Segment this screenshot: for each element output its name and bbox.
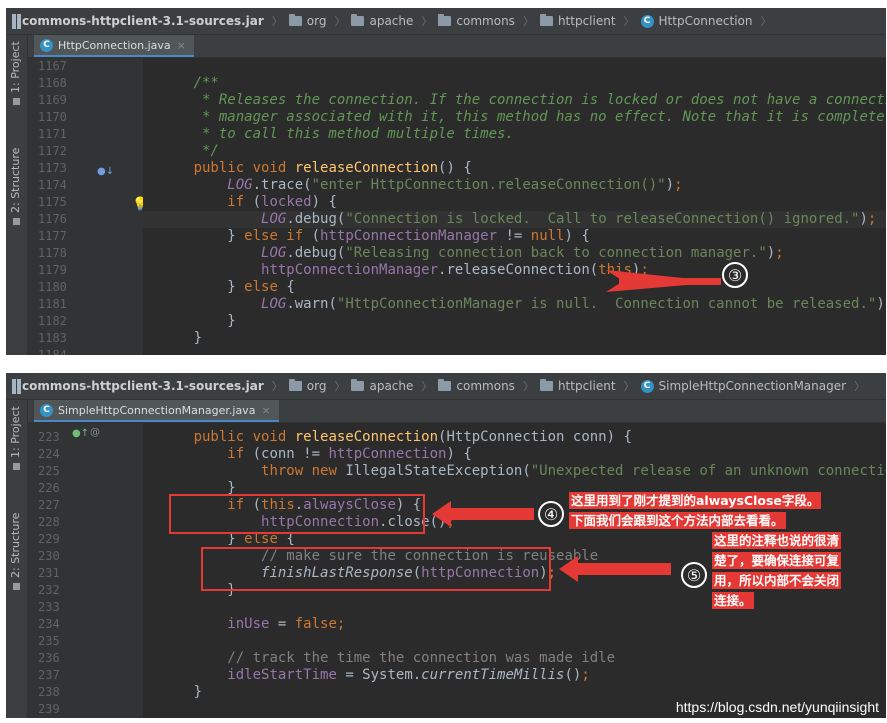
annotation-arrow (606, 270, 721, 292)
annotation-note-5: 这里的注释也说的很清 楚了，要确保连接可复 用，所以内部不会关闭 连接。 (712, 532, 842, 609)
editor-panel-httpconnection: commons-httpclient-3.1-sources.jar 〉 org 〉… (6, 8, 886, 355)
step-marker-3: ③ (722, 262, 748, 288)
watermark: https://blog.csdn.net/yunqiinsight (675, 699, 879, 715)
step-marker-5: ⑤ (681, 562, 707, 588)
step-marker-4: ④ (538, 501, 564, 527)
editor-panel-simplehttpconnectionmanager: commons-httpclient-3.1-sources.jar 〉 org 〉… (6, 373, 886, 718)
annotation-note-4: 这里用到了刚才提到的alwaysClose字段。 下面我们会跟到这个方法内部去看… (569, 492, 822, 529)
